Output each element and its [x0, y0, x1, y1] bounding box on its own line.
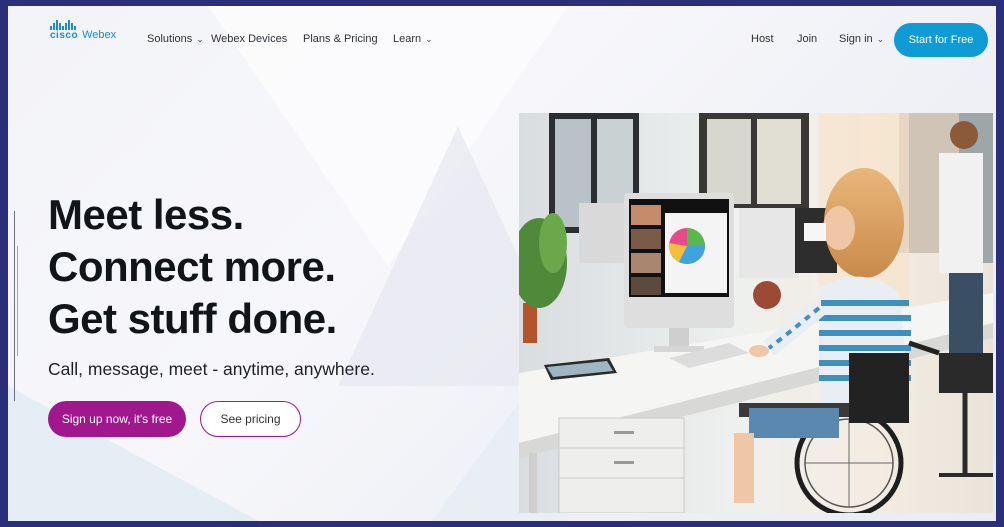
cisco-bars-icon — [50, 20, 76, 30]
sign-up-button[interactable]: Sign up now, it's free — [48, 401, 186, 437]
nav-learn[interactable]: Learn ⌄ — [393, 33, 433, 45]
nav-webex-devices-label: Webex Devices — [211, 33, 288, 45]
nav-join[interactable]: Join — [797, 33, 817, 45]
hero-title-line: Connect more. — [48, 243, 336, 290]
nav-solutions[interactable]: Solutions ⌄ — [147, 33, 204, 45]
side-scroll-indicator — [17, 246, 18, 356]
cisco-logo-mark: cisco — [50, 20, 78, 41]
cisco-webex-logo[interactable]: cisco Webex — [50, 20, 116, 41]
start-for-free-button[interactable]: Start for Free — [894, 23, 988, 57]
nav-webex-devices[interactable]: Webex Devices — [211, 33, 287, 45]
hero-title-line: Get stuff done. — [48, 295, 337, 342]
nav-host[interactable]: Host — [751, 33, 774, 45]
chevron-down-icon: ⌄ — [876, 33, 885, 44]
see-pricing-button[interactable]: See pricing — [200, 401, 301, 437]
chevron-down-icon: ⌄ — [425, 33, 433, 44]
office-illustration — [519, 113, 993, 513]
nav-plans-pricing[interactable]: Plans & Pricing — [303, 33, 378, 45]
nav-sign-in-label: Sign in — [839, 33, 873, 45]
hero-title: Meet less. Connect more. Get stuff done. — [48, 189, 337, 345]
webex-wordmark: Webex — [82, 29, 117, 41]
side-scroll-indicator — [14, 211, 15, 401]
nav-plans-pricing-label: Plans & Pricing — [303, 33, 378, 45]
cisco-wordmark: cisco — [50, 30, 79, 41]
chevron-down-icon: ⌄ — [196, 33, 204, 44]
nav-sign-in[interactable]: Sign in ⌄ — [839, 33, 884, 45]
hero-subtitle: Call, message, meet - anytime, anywhere. — [48, 359, 375, 379]
top-navigation: cisco Webex Solutions ⌄ Webex Devices Pl… — [8, 6, 996, 74]
nav-solutions-label: Solutions — [147, 33, 193, 45]
nav-host-label: Host — [751, 33, 774, 45]
page-frame: cisco Webex Solutions ⌄ Webex Devices Pl… — [8, 6, 996, 521]
nav-join-label: Join — [797, 33, 818, 45]
hero-photo-office-video-call — [519, 113, 993, 513]
nav-learn-label: Learn — [393, 33, 422, 45]
hero-title-line: Meet less. — [48, 191, 244, 238]
